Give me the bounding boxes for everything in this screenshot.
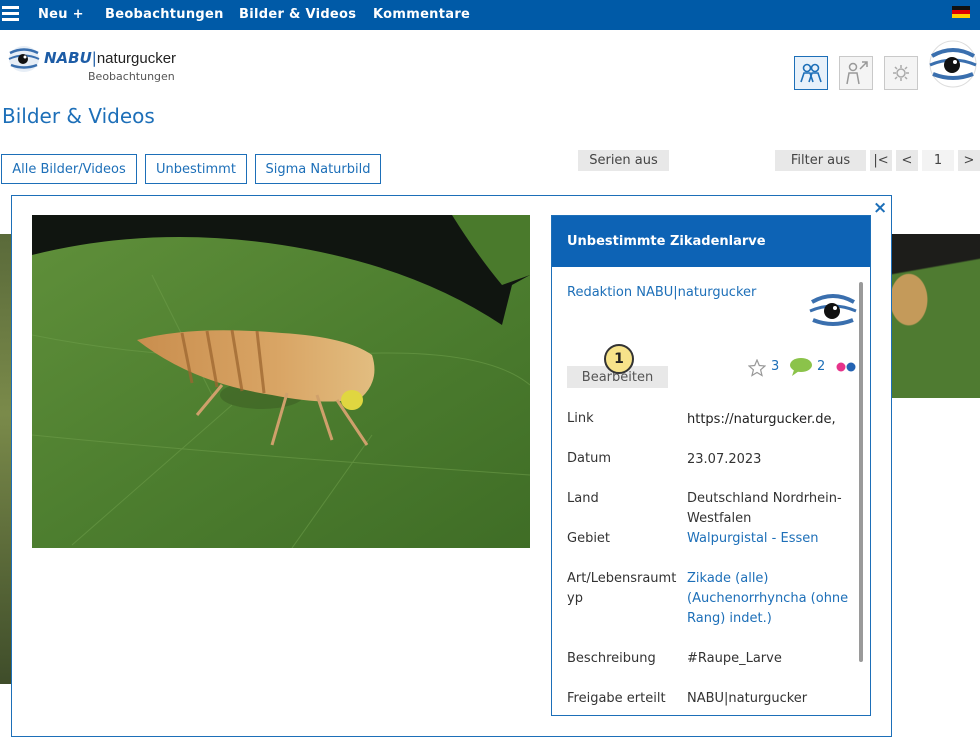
annotation-marker: 1: [604, 344, 634, 374]
close-icon[interactable]: ×: [873, 198, 887, 218]
user-avatar[interactable]: [927, 40, 979, 92]
field-value-country: Deutschland Nordrhein-Westfalen: [687, 491, 842, 526]
series-toggle-button[interactable]: Serien aus: [578, 150, 669, 171]
pagination-prev-button[interactable]: <: [896, 150, 918, 171]
logo-name: naturgucker: [96, 50, 177, 67]
field-label-area: Gebiet: [567, 531, 611, 546]
observation-info-panel: Unbestimmte Zikadenlarve Redaktion NABU|…: [551, 215, 871, 716]
pagination-first-button[interactable]: |<: [870, 150, 892, 171]
pagination-next-button[interactable]: >: [958, 150, 980, 171]
site-logo-text[interactable]: NABU|naturgucker: [44, 49, 176, 67]
german-flag-icon[interactable]: [952, 6, 970, 18]
field-value-area[interactable]: Walpurgistal - Essen: [687, 529, 857, 549]
nav-item-comments[interactable]: Kommentare: [373, 7, 470, 22]
field-value-date: 23.07.2023: [687, 452, 762, 467]
nav-item-new[interactable]: Neu +: [38, 7, 84, 22]
filter-undetermined-button[interactable]: Unbestimmt: [145, 154, 247, 184]
series-dots-icon[interactable]: [835, 360, 859, 374]
star-count: 3: [771, 359, 780, 374]
panel-scrollbar[interactable]: [859, 282, 863, 662]
field-label-link: Link: [567, 411, 594, 426]
people-icon: [800, 63, 822, 83]
field-value-link[interactable]: https://naturgucker.de,: [687, 410, 857, 430]
pagination-page-field[interactable]: 1: [922, 150, 954, 171]
person-arrow-icon: [846, 61, 868, 85]
field-label-species: Art/Lebensraumtyp: [567, 571, 677, 606]
observer-link[interactable]: Redaktion NABU|naturgucker: [567, 285, 756, 300]
page-title: Bilder & Videos: [2, 104, 155, 128]
nav-item-images-videos[interactable]: Bilder & Videos: [239, 7, 356, 22]
logo-subtitle: Beobachtungen: [88, 70, 175, 83]
settings-button[interactable]: [884, 56, 918, 90]
field-label-country: Land: [567, 491, 599, 506]
observer-avatar[interactable]: [808, 286, 858, 336]
gear-icon: [893, 65, 909, 81]
comment-count: 2: [817, 359, 826, 374]
star-icon[interactable]: [748, 359, 766, 377]
observation-photo[interactable]: [32, 215, 530, 548]
field-value-species[interactable]: Zikade (alle) (Auchenorrhyncha (ohne Ran…: [687, 569, 857, 629]
field-label-date: Datum: [567, 451, 611, 466]
field-value-description: #Raupe_Larve: [687, 651, 782, 666]
background-thumbnail[interactable]: [891, 234, 980, 398]
menu-icon[interactable]: [2, 6, 19, 23]
field-value-release: NABU|naturgucker: [687, 691, 808, 706]
field-label-release: Freigabe erteilt: [567, 691, 666, 706]
naturgucker-logo-icon[interactable]: [8, 44, 40, 74]
logo-brand: NABU: [44, 49, 92, 67]
top-nav-bar: Neu + Beobachtungen Bilder & Videos Komm…: [0, 0, 980, 30]
profile-link-button[interactable]: [839, 56, 873, 90]
filter-sigma-button[interactable]: Sigma Naturbild: [255, 154, 381, 184]
panel-title: Unbestimmte Zikadenlarve: [552, 216, 870, 267]
field-label-description: Beschreibung: [567, 651, 656, 666]
nav-item-observations[interactable]: Beobachtungen: [105, 7, 224, 22]
community-button[interactable]: [794, 56, 828, 90]
filter-toggle-button[interactable]: Filter aus: [775, 150, 866, 171]
comment-icon[interactable]: [789, 357, 813, 377]
filter-all-button[interactable]: Alle Bilder/Videos: [1, 154, 137, 184]
